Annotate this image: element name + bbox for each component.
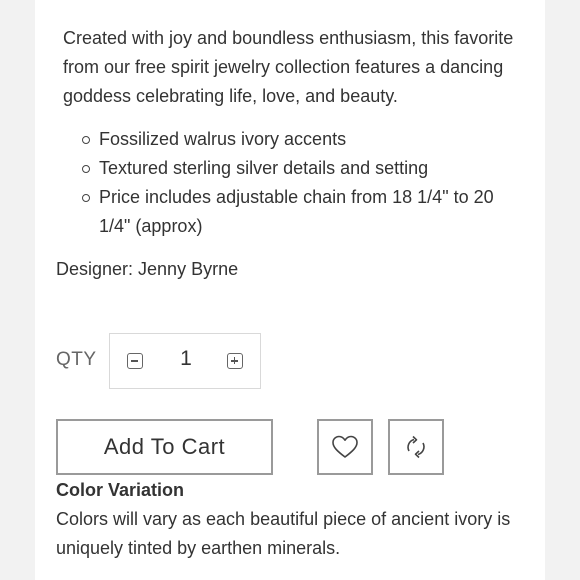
quantity-label: QTY — [56, 349, 97, 370]
color-variation-title: Color Variation — [56, 480, 185, 500]
feature-list: Fossilized walrus ivory accents Textured… — [72, 125, 512, 241]
feature-item: Fossilized walrus ivory accents — [72, 125, 512, 154]
bullet-icon — [82, 136, 90, 144]
feature-item: Price includes adjustable chain from 18 … — [72, 183, 512, 241]
bullet-icon — [82, 165, 90, 173]
color-variation-text: Colors will vary as each beautiful piece… — [56, 509, 511, 558]
add-to-cart-button[interactable]: Add To Cart — [56, 419, 273, 475]
bullet-icon — [82, 194, 90, 202]
designer-credit: Designer: Jenny Byrne — [56, 259, 239, 279]
compare-button[interactable] — [388, 419, 444, 475]
quantity-stepper: 1 — [109, 333, 261, 389]
wishlist-button[interactable] — [317, 419, 373, 475]
plus-square-icon[interactable] — [227, 353, 243, 369]
minus-square-icon[interactable] — [127, 353, 143, 369]
feature-text: Textured sterling silver details and set… — [99, 158, 429, 178]
product-description: Created with joy and boundless enthusias… — [63, 28, 514, 106]
heart-icon — [332, 435, 358, 458]
refresh-icon — [407, 435, 425, 459]
quantity-input[interactable]: 1 — [174, 347, 198, 371]
feature-item: Textured sterling silver details and set… — [72, 154, 512, 183]
feature-text: Fossilized walrus ivory accents — [99, 129, 347, 149]
feature-text: Price includes adjustable chain from 18 … — [99, 187, 494, 236]
